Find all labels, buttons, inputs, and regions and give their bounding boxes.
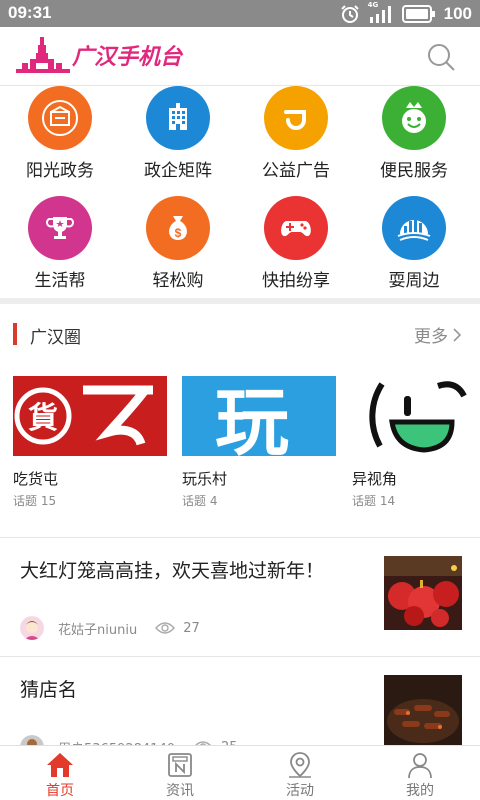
status-time: 09:31: [8, 3, 52, 22]
card-name: 玩乐村: [182, 470, 228, 488]
smiley-face-icon: [352, 376, 480, 456]
news-thumbnail: [384, 556, 462, 630]
more-label: 更多: [414, 327, 448, 347]
tower-logo-icon: [16, 37, 70, 73]
news-headline: 猜店名: [20, 679, 78, 701]
app-logo: 广汉手机台: [16, 35, 182, 75]
grid-item-convenience[interactable]: 便民服务: [354, 86, 474, 192]
card-topics: 话题 15: [13, 494, 57, 508]
tab-home[interactable]: 首页: [0, 746, 120, 800]
grid-item-life-help[interactable]: 生活帮: [0, 196, 120, 302]
news-views: 27: [183, 620, 200, 636]
mail-box-icon: [28, 86, 92, 150]
home-icon: [47, 753, 73, 777]
news-author: 花姑子niuniu: [58, 622, 138, 638]
section-title: 广汉圈: [30, 328, 81, 348]
network-type: 4G: [367, 0, 379, 9]
location-pin-icon: [289, 752, 311, 778]
city-globe-icon: [382, 196, 446, 260]
news-thumbnail: [384, 675, 462, 749]
tab-label: 首页: [46, 783, 74, 799]
app-screen: 09:31 4G 100 广汉手机台 阳光政务 政企矩阵 公益广告 便民服务 生…: [0, 0, 480, 800]
grid-item-around[interactable]: 耍周边: [354, 196, 474, 302]
d-logo-icon: [264, 86, 328, 150]
chevron-right-icon: [453, 327, 462, 342]
grid-label: 轻松购: [152, 271, 204, 291]
grid-label: 快拍纷享: [262, 271, 330, 291]
app-header: 广汉手机台: [0, 27, 480, 86]
more-link[interactable]: 更多: [414, 322, 462, 347]
grid-label: 政企矩阵: [144, 161, 212, 181]
building-icon: [146, 86, 210, 150]
tab-label: 活动: [286, 783, 314, 799]
news-item[interactable]: 大红灯笼高高挂，欢天喜地过新年！ 花姑子niuniu 27: [0, 538, 480, 656]
status-right: 4G 100: [340, 0, 472, 24]
section-accent-bar: [13, 323, 17, 345]
card-thumb-text: 貨: [28, 401, 58, 436]
person-icon: [408, 753, 432, 779]
news-meta: 花姑子niuniu 27: [20, 616, 200, 640]
grid-label: 便民服务: [380, 161, 448, 181]
news-headline: 大红灯笼高高挂，欢天喜地过新年！: [20, 560, 325, 582]
circle-card-perspective[interactable]: 异视角 话题 14: [352, 376, 480, 508]
grid-item-public-ads[interactable]: 公益广告: [236, 86, 356, 192]
circle-card-foodie[interactable]: 貨 吃货屯 话题 15: [13, 376, 167, 508]
tab-mine[interactable]: 我的: [360, 746, 480, 800]
card-thumbnail: 玩: [182, 376, 336, 456]
circle-cards: 貨 吃货屯 话题 15 玩 玩乐村 话题 4 异视角 话题 14: [0, 376, 480, 516]
eye-icon: [155, 622, 176, 634]
service-grid: 阳光政务 政企矩阵 公益广告 便民服务 生活帮 $ 轻松购 快拍纷享 耍周边: [0, 86, 480, 298]
grid-label: 阳光政务: [26, 161, 94, 181]
grid-item-easy-shop[interactable]: $ 轻松购: [118, 196, 238, 302]
grid-item-enterprise-matrix[interactable]: 政企矩阵: [118, 86, 238, 192]
smiley-crown-icon: [382, 86, 446, 150]
card-thumb-text: 玩: [215, 380, 289, 456]
grid-label: 公益广告: [262, 161, 330, 181]
grid-label: 生活帮: [34, 271, 86, 291]
circle-section-header: 广汉圈 更多: [0, 316, 480, 352]
card-topics: 话题 14: [352, 494, 396, 508]
card-thumbnail: 貨: [13, 376, 167, 456]
battery-icon: [401, 4, 435, 23]
grid-item-quick-shoot[interactable]: 快拍纷享: [236, 196, 356, 302]
news-icon: [168, 753, 192, 777]
tab-activities[interactable]: 活动: [240, 746, 360, 800]
trophy-icon: [28, 196, 92, 260]
gamepad-icon: [264, 196, 328, 260]
search-icon[interactable]: [426, 42, 456, 72]
card-topics: 话题 4: [182, 494, 218, 508]
section-divider: [0, 298, 480, 304]
tab-label: 我的: [406, 783, 434, 799]
tab-news[interactable]: 资讯: [120, 746, 240, 800]
status-bar: 09:31 4G 100: [0, 0, 480, 27]
money-bag-icon: $: [146, 196, 210, 260]
card-name: 吃货屯: [13, 470, 59, 488]
bottom-nav: 首页 资讯 活动 我的: [0, 745, 480, 800]
avatar: [20, 616, 44, 640]
circle-card-fun[interactable]: 玩 玩乐村 话题 4: [182, 376, 336, 508]
signal-icon: 4G: [367, 0, 394, 24]
grid-label: 耍周边: [388, 271, 440, 291]
battery-level: 100: [443, 3, 472, 23]
alarm-icon: [340, 4, 359, 23]
grid-item-sunshine-affairs[interactable]: 阳光政务: [0, 86, 120, 192]
svg-text:$: $: [175, 226, 182, 240]
logo-text: 广汉手机台: [72, 45, 183, 70]
card-name: 异视角: [352, 470, 398, 488]
tab-label: 资讯: [166, 783, 194, 799]
